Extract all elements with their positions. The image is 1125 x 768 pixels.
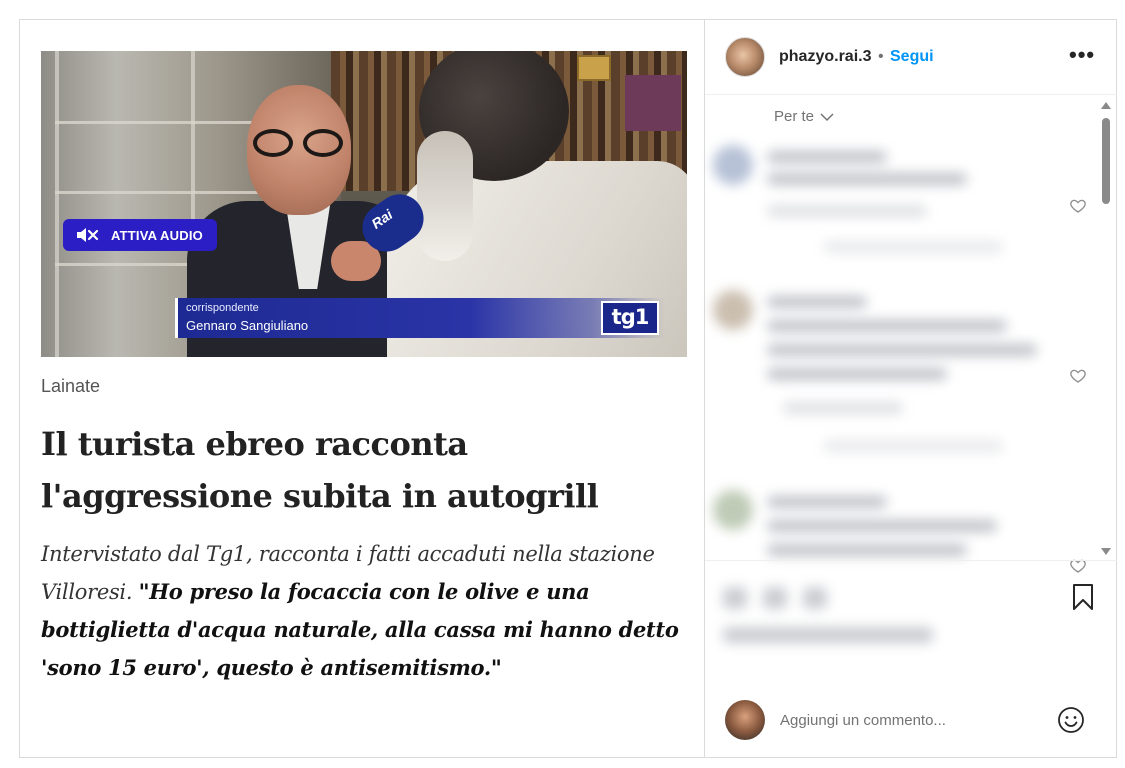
author-username[interactable]: phazyo.rai.3 — [779, 48, 871, 66]
comment-list — [713, 145, 1086, 573]
chevron-down-icon — [820, 112, 834, 121]
post-header: phazyo.rai.3 • Segui ••• — [705, 20, 1117, 95]
heart-icon[interactable] — [1069, 367, 1087, 385]
comments-panel: phazyo.rai.3 • Segui ••• Per te — [704, 20, 1117, 757]
comment-item — [713, 290, 1053, 452]
comments-scrollbar[interactable] — [1099, 102, 1113, 558]
post-actions — [705, 560, 1117, 670]
add-comment-bar — [705, 700, 1117, 757]
follow-button[interactable]: Segui — [890, 48, 934, 66]
video-frame[interactable]: Rai ATTIVA AUDIO corrispondente Gennaro … — [41, 51, 687, 357]
more-options-button[interactable]: ••• — [1069, 42, 1095, 68]
post-dialog: Rai ATTIVA AUDIO corrispondente Gennaro … — [19, 19, 1117, 758]
volume-mute-icon — [77, 228, 99, 242]
tg1-logo: tg1 — [601, 301, 659, 335]
interviewee-beard — [417, 131, 473, 261]
news-caption: corrispondente Gennaro Sangiuliano — [175, 298, 665, 338]
caption-role: corrispondente — [186, 302, 259, 314]
subtitle-quote: "Ho preso la focaccia con le olive e una… — [41, 579, 679, 680]
scroll-up-arrow[interactable] — [1101, 102, 1111, 109]
scroll-down-arrow[interactable] — [1101, 548, 1111, 555]
post-image[interactable]: Rai ATTIVA AUDIO corrispondente Gennaro … — [20, 20, 704, 757]
comment-sort-dropdown[interactable]: Per te — [774, 108, 834, 125]
comment-sort-label: Per te — [774, 108, 815, 125]
activate-audio-label: ATTIVA AUDIO — [111, 227, 203, 243]
bookmark-icon[interactable] — [1071, 583, 1095, 611]
emoji-icon[interactable] — [1057, 706, 1085, 734]
headline: Il turista ebreo racconta l'aggressione … — [41, 425, 599, 515]
scroll-thumb[interactable] — [1102, 118, 1110, 204]
shelf-post — [55, 51, 59, 357]
picture-frame — [577, 55, 611, 81]
activate-audio-button[interactable]: ATTIVA AUDIO — [63, 219, 217, 251]
magazine-cover — [625, 75, 681, 131]
comment-item — [713, 490, 1053, 560]
caption-name: Gennaro Sangiuliano — [186, 318, 309, 333]
comment-input[interactable] — [780, 706, 1040, 734]
blurred-actions — [723, 581, 983, 661]
heart-icon[interactable] — [1069, 197, 1087, 215]
location-label: Lainate — [41, 376, 101, 396]
glasses — [253, 129, 349, 159]
current-user-avatar[interactable] — [725, 700, 765, 740]
article-subtitle: Intervistato dal Tg1, racconta i fatti a… — [41, 536, 691, 687]
comment-item — [713, 145, 1053, 255]
separator-dot: • — [878, 48, 884, 65]
author-avatar[interactable] — [725, 37, 765, 77]
